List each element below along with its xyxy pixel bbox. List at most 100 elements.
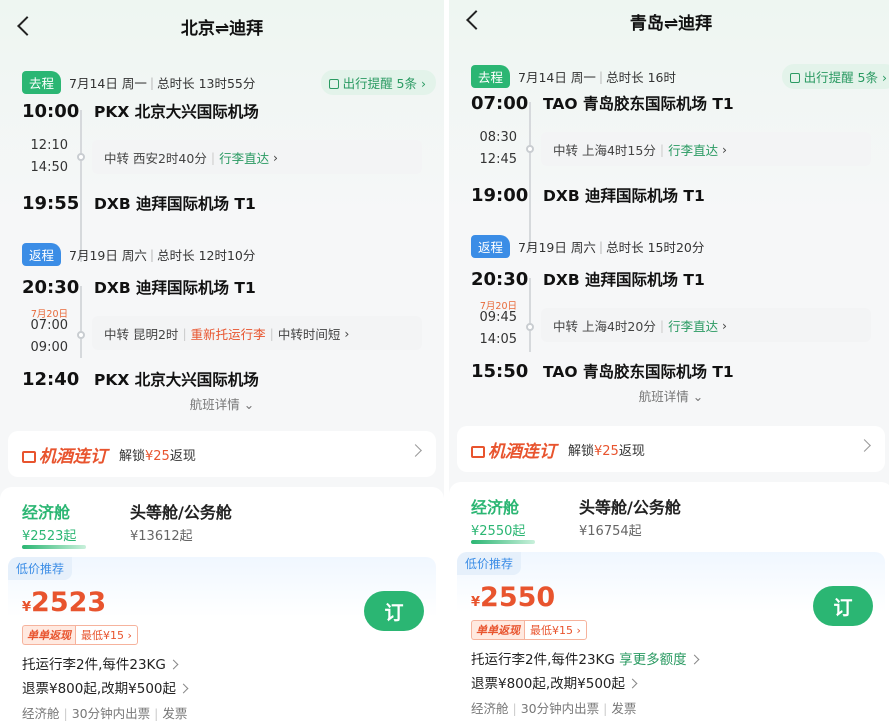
nav-bar: 青岛⇌迪拜 bbox=[449, 0, 889, 44]
flight-details-toggle[interactable]: 航班详情 ⌄ bbox=[8, 394, 436, 416]
transfer-depart-time: 09:00 bbox=[30, 340, 68, 355]
details-label: 航班详情 bbox=[189, 397, 240, 412]
low-price-tag: 低价推荐 bbox=[457, 552, 522, 575]
transfer-row: 7月20日 09:45 14:05 中转 上海4时20分 | 行李直达 › bbox=[457, 294, 885, 356]
cashback-badge[interactable]: 单单返现 最低¥15 › bbox=[22, 625, 138, 645]
trip-reminder-button[interactable]: 出行提醒 5条 › bbox=[781, 64, 889, 89]
outbound-tag: 去程 bbox=[22, 70, 62, 94]
outbound-tag: 去程 bbox=[471, 64, 511, 88]
segment-duration: 总时长 12时10分 bbox=[157, 247, 256, 263]
fare-card: 低价推荐 ¥2523 单单返现 最低¥15 › 订 托运行李2件,每件23KG … bbox=[8, 557, 436, 725]
fare-footer: 经济舱 | 30分钟内出票 | 发票 bbox=[471, 701, 637, 716]
segment-header: 去程 7月14日 周一 | 总时长 13时55分 出行提醒 5条 › bbox=[8, 68, 436, 96]
fare-price: ¥2523 bbox=[22, 587, 107, 618]
baggage-through-note: 行李直达 bbox=[219, 150, 270, 166]
transfer-row: 7月20日 07:00 09:00 中转 昆明2时 | 重新托运行李 | 中转时… bbox=[8, 302, 436, 364]
more-allowance-link[interactable]: 享更多额度 bbox=[619, 652, 687, 668]
arrival-airport: DXB 迪拜国际机场 T1 bbox=[543, 187, 705, 205]
chevron-right-icon bbox=[168, 659, 179, 670]
departure-airport: DXB 迪拜国际机场 T1 bbox=[543, 271, 705, 289]
transfer-depart-time: 14:50 bbox=[30, 160, 68, 175]
arrival-time: 19:00 bbox=[471, 184, 529, 206]
itinerary-panel-qingdao: 青岛⇌迪拜 去程 7月14日 周一 | 总时长 16时 出行提醒 5条 › 07… bbox=[449, 0, 889, 725]
tab-first-business[interactable]: 头等舱/公务舱 ¥13612起 bbox=[130, 499, 232, 544]
cashback-min: 最低¥15 › bbox=[75, 625, 138, 645]
page-title: 北京⇌迪拜 bbox=[180, 19, 264, 39]
baggage-info[interactable]: 托运行李2件,每件23KG 享更多额度 bbox=[471, 648, 700, 668]
tab-first-price: ¥16754起 bbox=[579, 524, 642, 539]
segment-header: 去程 7月14日 周一 | 总时长 16时 出行提醒 5条 › bbox=[457, 62, 889, 90]
transfer-info[interactable]: 中转 西安2时40分 | 行李直达 › bbox=[92, 140, 422, 174]
return-tag: 返程 bbox=[22, 242, 62, 266]
arrival-row: 15:50 TAO 青岛胶东国际机场 T1 bbox=[457, 356, 885, 386]
transfer-dot bbox=[526, 145, 534, 153]
cabin-tabs: 经济舱 ¥2523起 头等舱/公务舱 ¥13612起 bbox=[0, 487, 444, 551]
segment-weekday: 周六 bbox=[570, 239, 596, 255]
refund-info[interactable]: 退票¥800起,改期¥500起 bbox=[22, 677, 189, 697]
transfer-info[interactable]: 中转 昆明2时 | 重新托运行李 | 中转时间短 › bbox=[92, 316, 422, 350]
book-button[interactable]: 订 bbox=[364, 591, 424, 631]
book-button[interactable]: 订 bbox=[813, 586, 873, 626]
tab-economy[interactable]: 经济舱 ¥2550起 bbox=[471, 494, 525, 539]
chevron-right-icon bbox=[627, 678, 638, 689]
tab-first-price: ¥13612起 bbox=[130, 529, 193, 544]
speaker-icon bbox=[789, 73, 800, 83]
cashback-min: 最低¥15 › bbox=[524, 620, 587, 640]
departure-time: 10:00 bbox=[22, 100, 80, 122]
tab-economy-price: ¥2550起 bbox=[471, 524, 526, 539]
flight-hotel-promo[interactable]: 机酒连订 解锁¥25返现 bbox=[457, 426, 885, 472]
low-price-tag: 低价推荐 bbox=[8, 557, 73, 580]
bag-icon bbox=[471, 445, 485, 458]
departure-airport: TAO 青岛胶东国际机场 T1 bbox=[543, 95, 734, 113]
arrival-row: 12:40 PKX 北京大兴国际机场 bbox=[8, 364, 436, 394]
active-tab-underline bbox=[22, 545, 86, 549]
segment-duration: 总时长 15时20分 bbox=[606, 239, 705, 255]
transfer-info[interactable]: 中转 上海4时20分 | 行李直达 › bbox=[541, 308, 871, 342]
bag-icon bbox=[22, 450, 36, 463]
fare-footer: 经济舱 | 30分钟内出票 | 发票 bbox=[22, 706, 188, 721]
transfer-arrive-time: 09:45 bbox=[479, 310, 517, 325]
transfer-dot bbox=[526, 323, 534, 331]
tab-first-business[interactable]: 头等舱/公务舱 ¥16754起 bbox=[579, 494, 681, 539]
return-tag: 返程 bbox=[471, 234, 511, 258]
departure-time: 07:00 bbox=[471, 92, 529, 114]
transfer-info[interactable]: 中转 上海4时15分 | 行李直达 › bbox=[541, 132, 871, 166]
chevron-right-icon bbox=[409, 444, 422, 457]
arrival-row: 19:00 DXB 迪拜国际机场 T1 bbox=[457, 180, 885, 210]
chevron-right-icon bbox=[178, 683, 189, 694]
promo-logo: 机酒连订 bbox=[22, 442, 107, 467]
transfer-dot bbox=[77, 331, 85, 339]
trip-reminder-button[interactable]: 出行提醒 5条 › bbox=[320, 70, 436, 95]
transfer-city: 中转 昆明2时 bbox=[104, 326, 179, 342]
cashback-badge[interactable]: 单单返现 最低¥15 › bbox=[471, 620, 587, 640]
segment-weekday: 周六 bbox=[121, 247, 147, 263]
departure-row: 07:00 TAO 青岛胶东国际机场 T1 bbox=[457, 88, 885, 118]
active-tab-underline bbox=[471, 540, 535, 544]
refund-info[interactable]: 退票¥800起,改期¥500起 bbox=[471, 672, 638, 692]
transfer-depart-time: 12:45 bbox=[479, 152, 517, 167]
segment-date: 7月19日 bbox=[69, 247, 118, 263]
promo-logo: 机酒连订 bbox=[471, 437, 556, 462]
segment-date: 7月14日 bbox=[69, 75, 118, 91]
arrival-time: 19:55 bbox=[22, 192, 80, 214]
transfer-dot bbox=[77, 153, 85, 161]
cabin-tabs: 经济舱 ¥2550起 头等舱/公务舱 ¥16754起 bbox=[449, 482, 889, 546]
segment-weekday: 周一 bbox=[570, 69, 596, 85]
cabin-section: 经济舱 ¥2550起 头等舱/公务舱 ¥16754起 低价推荐 ¥2550 单单… bbox=[449, 482, 889, 725]
baggage-info[interactable]: 托运行李2件,每件23KG bbox=[22, 653, 179, 673]
segment-duration: 总时长 16时 bbox=[606, 69, 676, 85]
segment-duration: 总时长 13时55分 bbox=[157, 75, 256, 91]
segment-header: 返程 7月19日 周六 | 总时长 15时20分 bbox=[457, 232, 885, 260]
tab-economy[interactable]: 经济舱 ¥2523起 bbox=[22, 499, 76, 544]
page-title: 青岛⇌迪拜 bbox=[629, 14, 713, 34]
baggage-through-note: 行李直达 bbox=[668, 318, 719, 334]
cashback-label: 单单返现 bbox=[22, 625, 75, 645]
flight-details-toggle[interactable]: 航班详情 ⌄ bbox=[457, 386, 885, 408]
segment-header: 返程 7月19日 周六 | 总时长 12时10分 bbox=[8, 240, 436, 268]
flight-hotel-promo[interactable]: 机酒连订 解锁¥25返现 bbox=[8, 431, 436, 477]
fare-card: 低价推荐 ¥2550 单单返现 最低¥15 › 订 托运行李2件,每件23KG … bbox=[457, 552, 885, 725]
departure-row: 20:30 DXB 迪拜国际机场 T1 bbox=[457, 264, 885, 294]
tab-first-name: 头等舱/公务舱 bbox=[579, 498, 681, 517]
tab-economy-name: 经济舱 bbox=[471, 498, 520, 517]
fare-price: ¥2550 bbox=[471, 582, 556, 613]
